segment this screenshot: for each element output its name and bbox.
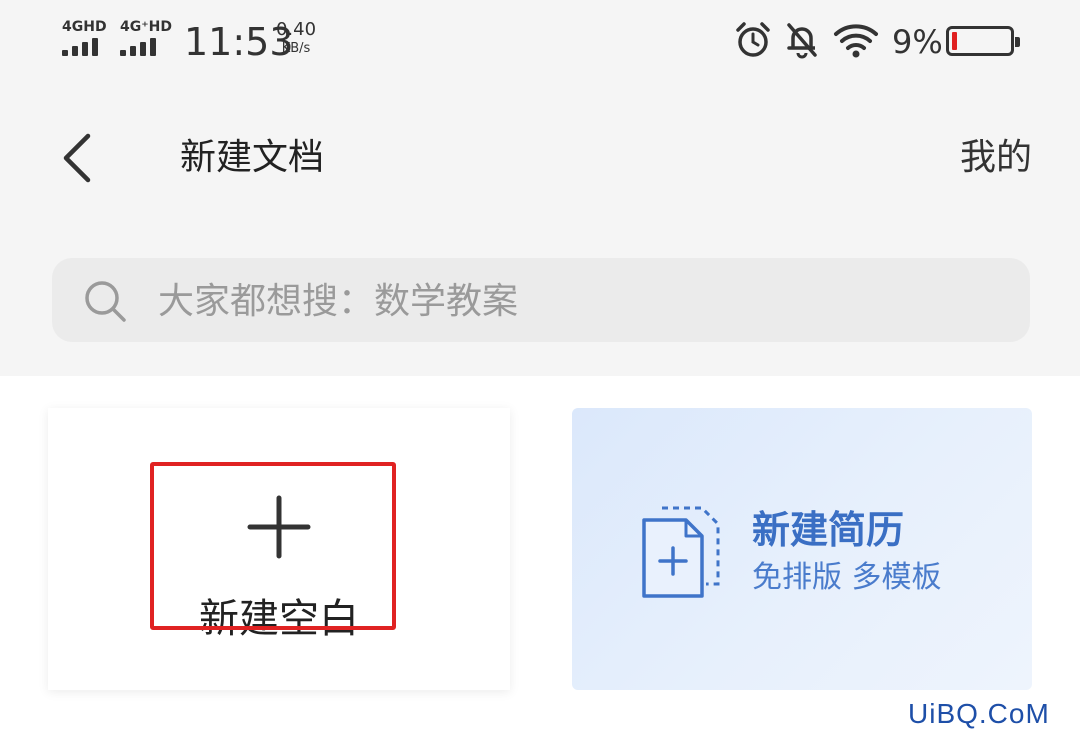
signal-sim1-label: 4GHD: [62, 19, 107, 35]
battery-icon: [946, 26, 1020, 56]
signal-sim2: 4G⁺HD: [120, 20, 172, 56]
mine-button[interactable]: 我的: [960, 134, 1032, 182]
battery-level: [952, 32, 957, 50]
highlight-box: [150, 462, 396, 630]
search-bar[interactable]: [52, 258, 1030, 342]
create-options: 新建空白 新建简历 免排版 多模板: [0, 376, 1080, 738]
alarm-icon: [736, 22, 770, 57]
new-resume-card[interactable]: 新建简历 免排版 多模板: [572, 408, 1032, 690]
signal-bars-icon: [120, 38, 172, 56]
signal-sim1: 4GHD: [62, 20, 107, 56]
watermark: UiBQ.CoM: [908, 698, 1050, 729]
new-blank-card[interactable]: 新建空白: [48, 408, 510, 690]
search-input[interactable]: [156, 272, 1000, 330]
signal-sim2-label: 4G⁺HD: [120, 19, 172, 35]
net-speed: 0.40 KB/s: [272, 20, 320, 58]
resume-document-icon: [642, 506, 720, 598]
title-bar: 新建文档 我的: [0, 108, 1080, 208]
search-icon: [85, 281, 126, 322]
battery-percent: 9%: [892, 23, 943, 61]
net-speed-value: 0.40: [275, 19, 317, 40]
new-resume-title: 新建简历: [752, 508, 905, 552]
page-title: 新建文档: [180, 137, 325, 178]
status-bar: 4GHD 4G⁺HD 11:53 0.40 KB/s 9%: [0, 0, 1080, 84]
new-resume-subtitle: 免排版 多模板: [752, 560, 942, 595]
back-arrow-icon[interactable]: [54, 130, 102, 186]
signal-bars-icon: [62, 38, 107, 56]
net-speed-unit: KB/s: [281, 41, 311, 56]
wifi-icon: [834, 24, 878, 58]
bell-off-icon: [787, 23, 817, 59]
